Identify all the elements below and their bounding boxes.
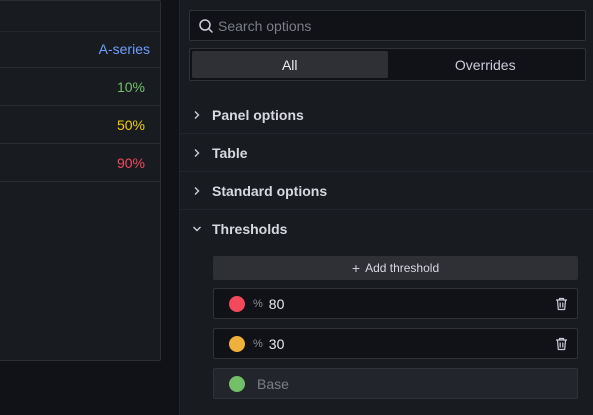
threshold-base-row: Base (213, 368, 578, 399)
header-divider (0, 31, 160, 32)
table-header: A-series (0, 1, 160, 68)
chevron-down-icon (193, 226, 201, 232)
chevron-right-icon (194, 186, 200, 195)
section-standard-options[interactable]: Standard options (180, 172, 593, 210)
cell-value: 90% (116, 154, 145, 171)
tab-all[interactable]: All (192, 51, 388, 78)
unit-label: % (253, 337, 263, 350)
threshold-value-input[interactable]: 30 (269, 336, 285, 352)
section-label: Thresholds (212, 221, 288, 237)
options-pane: All Overrides Panel options Table Standa… (179, 0, 593, 415)
chevron-right-icon (194, 110, 200, 119)
table-row: 90% (0, 144, 160, 182)
threshold-row[interactable]: % 30 (213, 328, 578, 359)
threshold-value-input[interactable]: 80 (269, 296, 285, 312)
add-threshold-label: Add threshold (365, 261, 440, 275)
cell-value: 50% (116, 116, 145, 133)
threshold-color-swatch[interactable] (229, 375, 245, 392)
plus-icon: + (351, 260, 361, 276)
app-root: A-series 10% 50% 90% All Overrides (0, 0, 593, 415)
section-label: Panel options (212, 106, 304, 123)
threshold-color-swatch[interactable] (229, 295, 245, 312)
table-row: 10% (0, 68, 160, 106)
trash-icon[interactable] (555, 297, 568, 311)
section-label: Standard options (212, 182, 328, 199)
table-panel: A-series 10% 50% 90% (0, 0, 161, 361)
add-threshold-button[interactable]: + Add threshold (213, 256, 578, 280)
search-icon (199, 18, 213, 33)
threshold-color-swatch[interactable] (229, 335, 245, 352)
section-label: Table (212, 144, 248, 161)
base-label: Base (257, 375, 289, 392)
section-table[interactable]: Table (180, 134, 593, 172)
threshold-row[interactable]: % 80 (213, 288, 578, 319)
trash-icon[interactable] (555, 337, 568, 351)
column-header-a-series[interactable]: A-series (99, 41, 150, 57)
unit-label: % (253, 297, 263, 310)
search-box[interactable] (189, 10, 586, 41)
cell-value: 10% (116, 78, 145, 95)
section-panel-options[interactable]: Panel options (180, 96, 593, 134)
table-row: 50% (0, 106, 160, 144)
tab-overrides[interactable]: Overrides (388, 51, 584, 78)
chevron-right-icon (194, 148, 200, 157)
search-input[interactable] (218, 17, 568, 34)
options-tabs: All Overrides (189, 48, 586, 81)
section-thresholds[interactable]: Thresholds (180, 210, 593, 248)
